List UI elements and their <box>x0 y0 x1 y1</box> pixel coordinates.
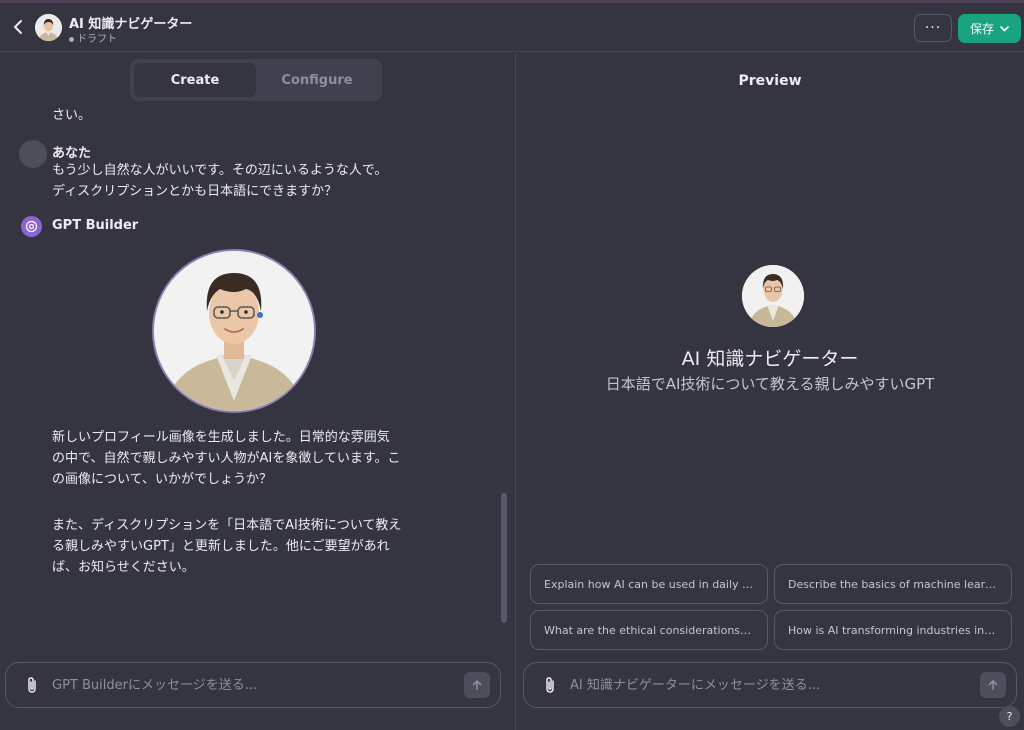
top-bar: AI 知識ナビゲーター ドラフト ··· 保存 <box>0 3 1024 52</box>
save-button-label: 保存 <box>969 22 994 36</box>
preview-send-button[interactable] <box>980 672 1006 698</box>
preview-panel: Preview AI 知識ナビゲーター 日本語でAI技術について教える親しみやす… <box>516 53 1024 730</box>
preview-gpt-description: 日本語でAI技術について教える親しみやすいGPT <box>605 375 935 393</box>
user-message: もう少し自然な人がいいです。その辺にいるような人で。 ディスクリプションとかも日… <box>52 160 387 202</box>
arrow-up-icon <box>472 680 482 690</box>
conversation-starter[interactable]: How is AI transforming industries in Jap… <box>774 610 1012 650</box>
user-avatar <box>19 140 47 168</box>
chat-scrollbar[interactable] <box>501 493 507 623</box>
draft-status-label: ドラフト <box>77 34 117 45</box>
previous-message-tail: さい。 <box>52 108 92 123</box>
preview-gpt-name: AI 知識ナビゲーター <box>681 348 859 370</box>
builder-message-line: ば、お知らせください。 <box>52 560 195 575</box>
builder-message-paragraph-2: また、ディスクリプションを「日本語でAI技術について教え る親しみやすいGPT」… <box>52 515 401 578</box>
conversation-starter-label: Explain how AI can be used in daily life… <box>544 577 754 591</box>
status-dot-icon <box>69 36 74 42</box>
tab-create[interactable]: Create <box>134 63 256 97</box>
conversation-starter[interactable]: Describe the basics of machine learning.… <box>774 564 1012 604</box>
gpt-builder-icon <box>21 216 42 237</box>
help-button[interactable]: ? <box>999 706 1020 727</box>
preview-gpt-avatar <box>742 265 804 327</box>
preview-composer <box>523 662 1017 708</box>
chevron-down-icon <box>1000 25 1009 31</box>
preview-message-input[interactable] <box>570 677 980 693</box>
builder-message-paragraph-1: 新しいプロフィール画像を生成しました。日常的な雰囲気 の中で、自然で親しみやすい… <box>52 427 401 490</box>
builder-message-line: の中で、自然で親しみやすい人物がAIを象徴しています。こ <box>52 451 401 466</box>
conversation-starter-label: How is AI transforming industries in Jap… <box>788 623 998 637</box>
user-message-line: ディスクリプションとかも日本語にできますか？ <box>52 184 338 199</box>
conversation-starter[interactable]: Explain how AI can be used in daily life… <box>530 564 768 604</box>
builder-message-line: また、ディスクリプションを「日本語でAI技術について教え <box>52 518 402 533</box>
tab-configure[interactable]: Configure <box>256 63 378 97</box>
conversation-starter[interactable]: What are the ethical considerations of A… <box>530 610 768 650</box>
generated-profile-image[interactable] <box>152 249 316 413</box>
builder-sender-name: GPT Builder <box>52 218 139 233</box>
builder-send-button[interactable] <box>464 672 490 698</box>
builder-composer <box>5 662 501 708</box>
conversation-starter-label: Describe the basics of machine learning.… <box>788 577 998 591</box>
builder-message-line: る親しみやすいGPT」と更新しました。他にご要望があれ <box>52 539 390 554</box>
back-button[interactable] <box>8 15 28 39</box>
preview-heading: Preview <box>738 73 802 89</box>
builder-message-line: の画像について、いかがでしょうか？ <box>52 472 272 487</box>
save-button[interactable]: 保存 <box>958 14 1021 43</box>
chevron-left-icon <box>14 20 22 34</box>
builder-message-input[interactable] <box>52 677 464 693</box>
gpt-avatar <box>35 14 62 41</box>
builder-message-line: 新しいプロフィール画像を生成しました。日常的な雰囲気 <box>52 430 390 445</box>
more-options-button[interactable]: ··· <box>914 14 952 42</box>
attach-button[interactable] <box>12 676 52 694</box>
user-sender-name: あなた <box>52 146 92 161</box>
draft-status: ドラフト <box>69 30 117 45</box>
user-message-line: もう少し自然な人がいいです。その辺にいるような人で。 <box>52 163 388 178</box>
preview-attach-button[interactable] <box>530 676 570 694</box>
paperclip-icon <box>546 677 554 693</box>
arrow-up-icon <box>988 680 998 690</box>
builder-panel: Create Configure さい。 あなた もう少し自然な人がいいです。そ… <box>0 53 515 730</box>
conversation-starter-label: What are the ethical considerations of A… <box>544 623 754 637</box>
mode-tabs: Create Configure <box>130 59 382 101</box>
paperclip-icon <box>28 677 36 693</box>
